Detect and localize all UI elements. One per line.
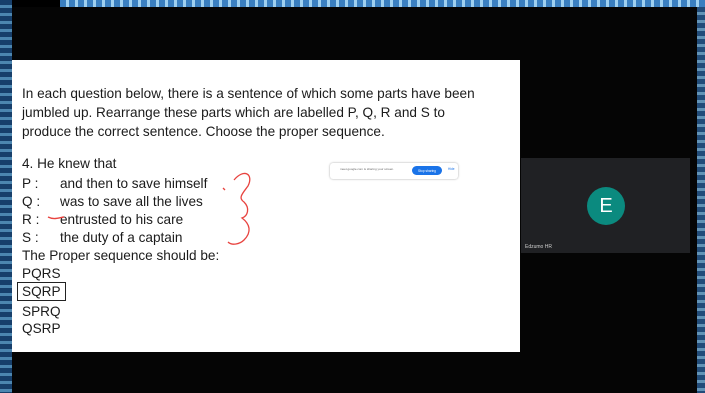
pen-annotations (47, 172, 251, 245)
share-banner-text: meet.google.com is sharing your screen. (340, 167, 395, 171)
right-border-stripe (697, 7, 705, 393)
participant-tile[interactable]: E Edzumo HR (521, 158, 690, 253)
avatar: E (587, 187, 625, 225)
bracket-annotation (227, 172, 251, 245)
underline-annotation (47, 216, 65, 220)
dot-annotation (222, 187, 226, 191)
screen-share-banner: meet.google.com is sharing your screen. … (330, 163, 458, 179)
stop-sharing-button[interactable]: Stop sharing (412, 166, 442, 175)
shared-screen-slide: In each question below, there is a sente… (12, 60, 520, 352)
top-border-stripe (60, 0, 705, 7)
hide-banner-link[interactable]: Hide (448, 167, 455, 171)
participant-name: Edzumo HR (525, 244, 552, 250)
left-border-stripe (0, 0, 12, 393)
